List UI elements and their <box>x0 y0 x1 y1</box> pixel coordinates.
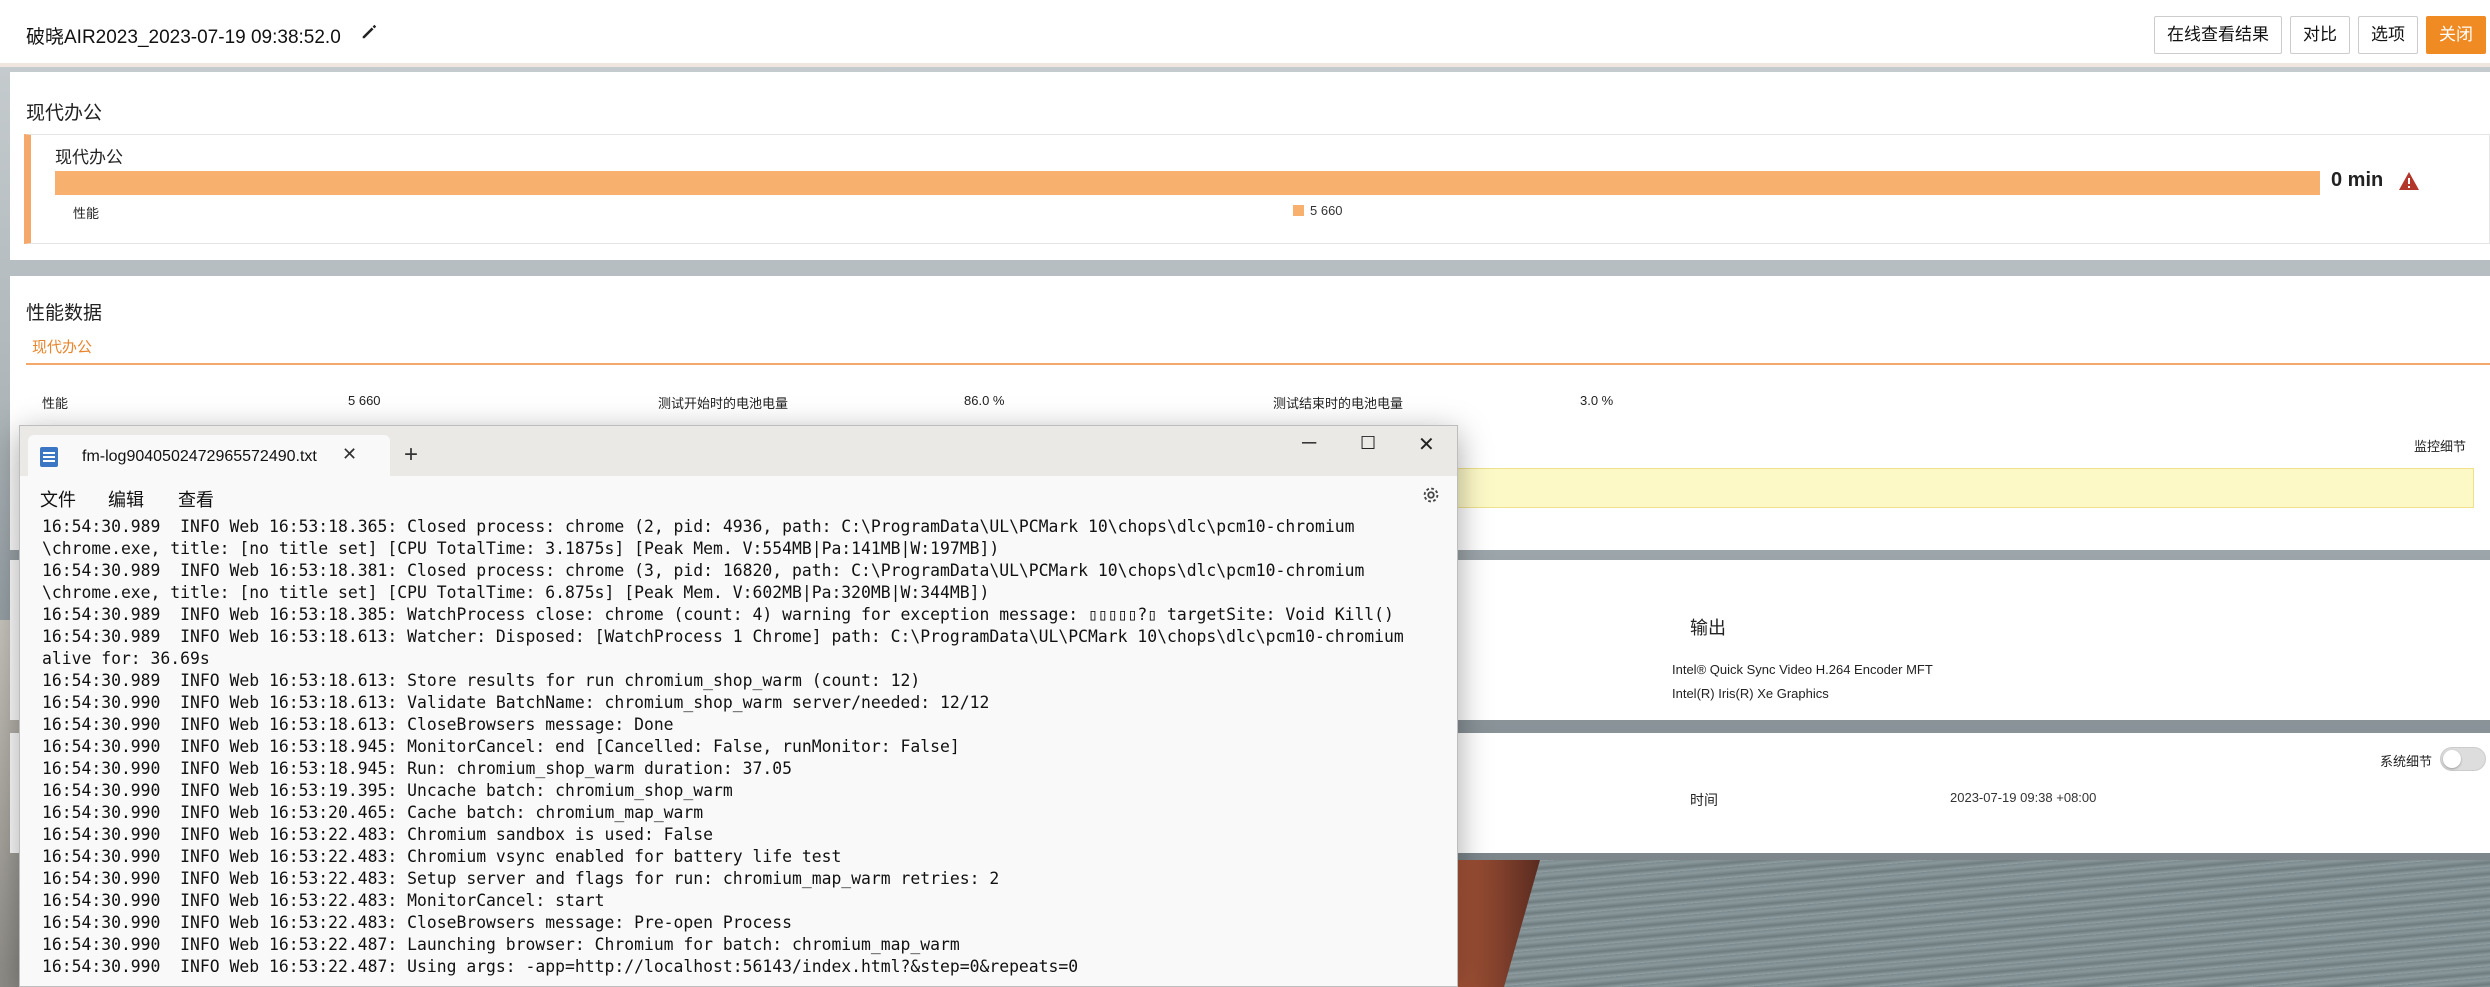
notepad-window: fm-log9040502472965572490.txt ✕ + ─ ☐ ✕ … <box>19 425 1458 987</box>
log-line: 16:54:30.990 INFO Web 16:53:18.613: Clos… <box>42 715 674 734</box>
log-line: 16:54:30.990 INFO Web 16:53:19.395: Unca… <box>42 781 733 800</box>
log-line: \chrome.exe, title: [no title set] [CPU … <box>42 583 990 602</box>
performance-heading: 性能数据 <box>26 303 103 324</box>
log-line: 16:54:30.990 INFO Web 16:53:22.487: Usin… <box>42 957 1079 976</box>
close-window-icon[interactable]: ✕ <box>1418 432 1435 457</box>
log-line: 16:54:30.990 INFO Web 16:53:22.483: Setu… <box>42 869 1000 888</box>
log-line: 16:54:30.990 INFO Web 16:53:22.483: Chro… <box>42 847 842 866</box>
scenario-panel: 现代办公 现代办公 0 min 性能 5 660 <box>10 72 2490 260</box>
scenario-heading: 现代办公 <box>26 103 103 124</box>
log-line: 16:54:30.990 INFO Web 16:53:20.465: Cach… <box>42 803 704 822</box>
settings-gear-icon[interactable] <box>1420 484 1442 506</box>
log-line: 16:54:30.990 INFO Web 16:53:22.487: Laun… <box>42 935 960 954</box>
performance-label: 性能 <box>73 206 100 221</box>
monitoring-details-link[interactable]: 监控细节 <box>2414 436 2466 455</box>
time-value: 2023-07-19 09:38 +08:00 <box>1950 790 2097 805</box>
log-line: 16:54:30.990 INFO Web 16:53:22.483: Chro… <box>42 825 714 844</box>
log-line: 16:54:30.990 INFO Web 16:53:18.613: Vali… <box>42 693 990 712</box>
new-tab-icon[interactable]: + <box>404 441 418 469</box>
scenario-card: 现代办公 0 min 性能 5 660 <box>24 134 2490 244</box>
online-results-button[interactable]: 在线查看结果 <box>2154 16 2282 54</box>
log-line: \chrome.exe, title: [no title set] [CPU … <box>42 539 1000 558</box>
menu-file[interactable]: 文件 <box>40 486 76 512</box>
legend-value: 5 660 <box>1310 203 1343 218</box>
scenario-card-title: 现代办公 <box>55 148 123 167</box>
time-label: 时间 <box>1690 792 1718 808</box>
system-details-label: 系统细节 <box>2379 754 2432 769</box>
close-tab-icon[interactable]: ✕ <box>342 444 357 465</box>
maximize-icon[interactable]: ☐ <box>1360 433 1376 454</box>
log-line: 16:54:30.990 INFO Web 16:53:18.945: Moni… <box>42 737 960 756</box>
result-title: 破晓AIR2023_2023-07-19 09:38:52.0 <box>26 27 341 48</box>
metric-label: 测试开始时的电池电量 <box>658 396 789 411</box>
duration-value: 0 min <box>2331 169 2384 191</box>
legend-swatch <box>1293 205 1304 216</box>
minimize-icon[interactable]: ─ <box>1302 432 1316 455</box>
tab-underline <box>26 363 2490 365</box>
metric-value: 3.0 % <box>1580 393 1614 408</box>
log-line: 16:54:30.990 INFO Web 16:53:22.483: Clos… <box>42 913 792 932</box>
log-line: 16:54:30.989 INFO Web 16:53:18.385: Watc… <box>42 605 1394 624</box>
edit-icon[interactable] <box>360 23 378 41</box>
performance-legend: 5 660 <box>1293 203 1343 218</box>
metric-label: 测试结束时的电池电量 <box>1273 396 1404 411</box>
log-line: 16:54:30.989 INFO Web 16:53:18.365: Clos… <box>42 517 1355 536</box>
background-water <box>1430 860 2490 987</box>
warning-icon <box>2399 172 2419 190</box>
app-header: 破晓AIR2023_2023-07-19 09:38:52.0 在线查看结果 对… <box>0 0 2490 67</box>
log-line: 16:54:30.989 INFO Web 16:53:18.613: Watc… <box>42 627 1404 646</box>
menu-edit[interactable]: 编辑 <box>108 486 144 512</box>
tab-modern-office[interactable]: 现代办公 <box>32 336 92 357</box>
output-heading: 输出 <box>1690 618 1726 638</box>
metric-value: 5 660 <box>348 393 381 408</box>
notepad-menubar <box>20 476 1457 516</box>
log-line: 16:54:30.990 INFO Web 16:53:22.483: Moni… <box>42 891 605 910</box>
metric-value: 86.0 % <box>964 393 1005 408</box>
duration-bar <box>55 171 2320 195</box>
file-tab-name[interactable]: fm-log9040502472965572490.txt <box>82 448 317 466</box>
metric-label: 性能 <box>42 396 69 411</box>
log-line: 16:54:30.990 INFO Web 16:53:18.945: Run:… <box>42 759 792 778</box>
log-line: 16:54:30.989 INFO Web 16:53:18.613: Stor… <box>42 671 921 690</box>
log-line: alive for: 36.69s <box>42 649 210 668</box>
system-details-toggle[interactable] <box>2440 747 2486 771</box>
output-item: Intel® Quick Sync Video H.264 Encoder MF… <box>1672 662 1933 677</box>
notepad-icon <box>40 447 58 467</box>
log-text-area[interactable]: 16:54:30.989 INFO Web 16:53:18.365: Clos… <box>42 516 1452 987</box>
compare-button[interactable]: 对比 <box>2290 16 2350 54</box>
options-button[interactable]: 选项 <box>2358 16 2418 54</box>
header-buttons: 在线查看结果 对比 选项 关闭 <box>2154 16 2486 54</box>
menu-view[interactable]: 查看 <box>178 486 214 512</box>
output-item: Intel(R) Iris(R) Xe Graphics <box>1672 686 1829 701</box>
close-button[interactable]: 关闭 <box>2426 16 2486 54</box>
log-line: 16:54:30.989 INFO Web 16:53:18.381: Clos… <box>42 561 1365 580</box>
